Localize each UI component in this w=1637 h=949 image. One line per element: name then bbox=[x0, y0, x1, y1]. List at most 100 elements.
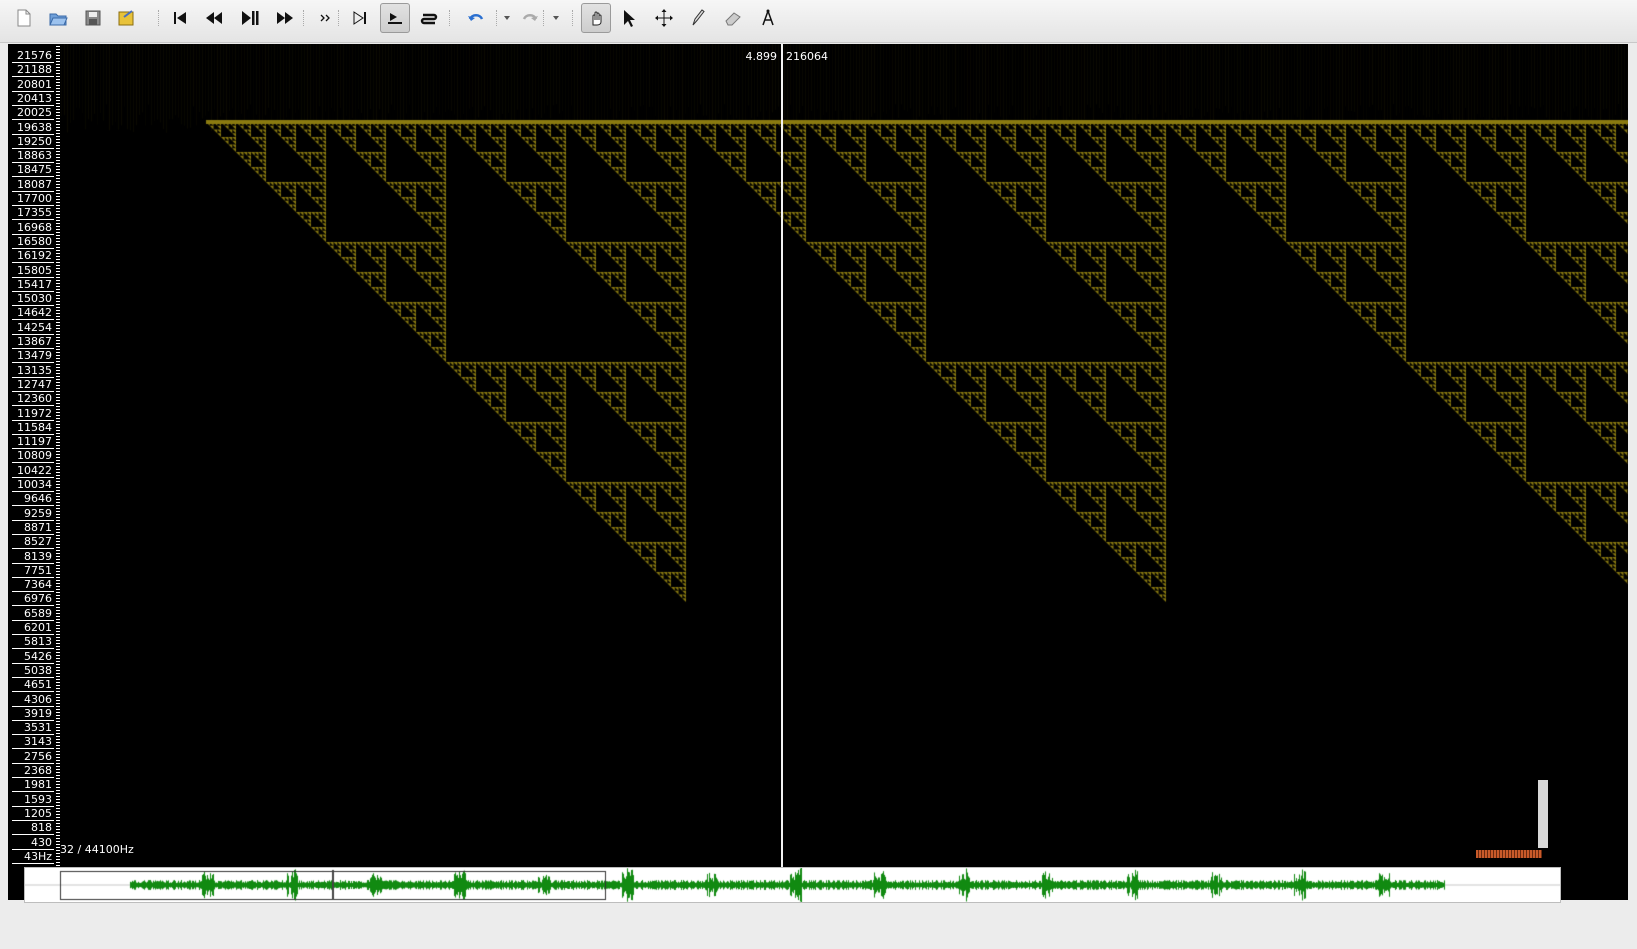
frequency-tick: 17355 bbox=[12, 206, 54, 220]
play-pause-button[interactable] bbox=[235, 3, 265, 33]
select-arrow-button[interactable] bbox=[614, 3, 644, 33]
frequency-tick: 2368 bbox=[12, 764, 54, 778]
overview-waveform[interactable] bbox=[25, 868, 1560, 902]
frequency-tick: 4306 bbox=[12, 693, 54, 707]
new-file-icon bbox=[13, 8, 33, 28]
frequency-tick: 10034 bbox=[12, 478, 54, 492]
ruler-scale-marks bbox=[56, 46, 60, 900]
rewind-button[interactable] bbox=[199, 3, 229, 33]
play-pause-icon bbox=[240, 8, 260, 28]
frequency-tick: 6589 bbox=[12, 607, 54, 621]
play-selection-button[interactable] bbox=[380, 3, 410, 33]
fast-forward-icon bbox=[275, 8, 295, 28]
frequency-tick: 13479 bbox=[12, 349, 54, 363]
export-button[interactable] bbox=[111, 3, 141, 33]
move-button[interactable] bbox=[649, 3, 679, 33]
overview-navigator[interactable] bbox=[24, 867, 1561, 903]
frequency-tick: 18475 bbox=[12, 163, 54, 177]
pencil-button[interactable] bbox=[683, 3, 713, 33]
move-icon bbox=[654, 8, 674, 28]
skip-end-icon bbox=[350, 8, 370, 28]
new-file-button[interactable] bbox=[8, 3, 38, 33]
frequency-tick: 21188 bbox=[12, 63, 54, 77]
frequency-tick: 11972 bbox=[12, 407, 54, 421]
open-file-icon bbox=[48, 8, 68, 28]
redo-icon bbox=[520, 8, 540, 28]
navigate-hand-icon bbox=[586, 8, 606, 28]
frequency-tick: 1593 bbox=[12, 793, 54, 807]
frequency-tick: 7751 bbox=[12, 564, 54, 578]
rewind-start-button[interactable] bbox=[165, 3, 195, 33]
redo-dropdown-icon[interactable] bbox=[549, 3, 563, 33]
rewind-icon bbox=[204, 8, 224, 28]
frequency-tick: 21576 bbox=[12, 49, 54, 63]
fast-forward-button[interactable] bbox=[270, 3, 300, 33]
loop-icon bbox=[419, 8, 439, 28]
navigate-hand-button[interactable] bbox=[581, 3, 611, 33]
undo-button[interactable] bbox=[461, 3, 491, 33]
frequency-tick: 7364 bbox=[12, 578, 54, 592]
frequency-tick: 13867 bbox=[12, 335, 54, 349]
frequency-tick: 14254 bbox=[12, 321, 54, 335]
frequency-tick: 8139 bbox=[12, 550, 54, 564]
save-button[interactable] bbox=[78, 3, 108, 33]
frequency-tick: 8527 bbox=[12, 535, 54, 549]
frequency-tick: 15805 bbox=[12, 264, 54, 278]
frequency-tick: 10809 bbox=[12, 449, 54, 463]
frequency-tick: 18087 bbox=[12, 178, 54, 192]
level-meter[interactable] bbox=[1538, 780, 1560, 852]
frequency-tick: 430 bbox=[12, 836, 54, 850]
loop-button[interactable] bbox=[414, 3, 444, 33]
redo-button[interactable] bbox=[515, 3, 545, 33]
frequency-tick: 3143 bbox=[12, 735, 54, 749]
frequency-tick: 15030 bbox=[12, 292, 54, 306]
frequency-tick: 20025 bbox=[12, 106, 54, 120]
cursor-frame-label: 216064 bbox=[786, 50, 828, 63]
frequency-ruler: 21576 21188 20801 20413 20025 19638 19250 18863… bbox=[12, 46, 58, 900]
measure-button[interactable] bbox=[753, 3, 783, 33]
frequency-tick: 20801 bbox=[12, 78, 54, 92]
open-file-button[interactable] bbox=[43, 3, 73, 33]
frequency-tick: 13135 bbox=[12, 364, 54, 378]
toolbar-separator bbox=[543, 10, 546, 26]
frequency-tick: 17700 bbox=[12, 192, 54, 206]
frequency-tick: 2756 bbox=[12, 750, 54, 764]
frequency-tick: 19250 bbox=[12, 135, 54, 149]
frequency-tick: 16192 bbox=[12, 249, 54, 263]
frequency-tick: 18863 bbox=[12, 149, 54, 163]
spectrogram-canvas[interactable] bbox=[8, 44, 1628, 900]
frequency-tick: 818 bbox=[12, 821, 54, 835]
playhead-cursor[interactable] bbox=[781, 44, 783, 900]
undo-dropdown-icon[interactable] bbox=[500, 3, 514, 33]
cursor-time-label: 4.899 bbox=[741, 50, 777, 63]
frequency-tick: 5038 bbox=[12, 664, 54, 678]
frequency-tick: 5426 bbox=[12, 650, 54, 664]
more-button[interactable] bbox=[310, 3, 340, 33]
toolbar-separator bbox=[449, 10, 452, 26]
toolbar-separator bbox=[572, 10, 575, 26]
frequency-tick: 15417 bbox=[12, 278, 54, 292]
frequency-tick: 3919 bbox=[12, 707, 54, 721]
frequency-tick: 43Hz bbox=[12, 850, 54, 864]
pencil-icon bbox=[688, 8, 708, 28]
export-icon bbox=[116, 8, 136, 28]
frequency-tick: 4651 bbox=[12, 678, 54, 692]
frequency-tick: 20413 bbox=[12, 92, 54, 106]
spectrogram-pane[interactable]: 21576 21188 20801 20413 20025 19638 19250 18863… bbox=[8, 44, 1628, 900]
frequency-tick: 6976 bbox=[12, 592, 54, 606]
toolbar bbox=[0, 0, 1637, 43]
frequency-tick: 11584 bbox=[12, 421, 54, 435]
rewind-start-icon bbox=[170, 8, 190, 28]
frequency-tick: 1205 bbox=[12, 807, 54, 821]
select-arrow-icon bbox=[619, 8, 639, 28]
frequency-tick: 5813 bbox=[12, 635, 54, 649]
undo-icon bbox=[466, 8, 486, 28]
pan-meter[interactable] bbox=[1476, 850, 1542, 858]
toolbar-separator bbox=[303, 10, 306, 26]
frequency-tick: 11197 bbox=[12, 435, 54, 449]
eraser-button[interactable] bbox=[718, 3, 748, 33]
frequency-tick: 19638 bbox=[12, 121, 54, 135]
frequency-tick: 12360 bbox=[12, 392, 54, 406]
skip-end-button[interactable] bbox=[345, 3, 375, 33]
toolbar-separator bbox=[338, 10, 341, 26]
